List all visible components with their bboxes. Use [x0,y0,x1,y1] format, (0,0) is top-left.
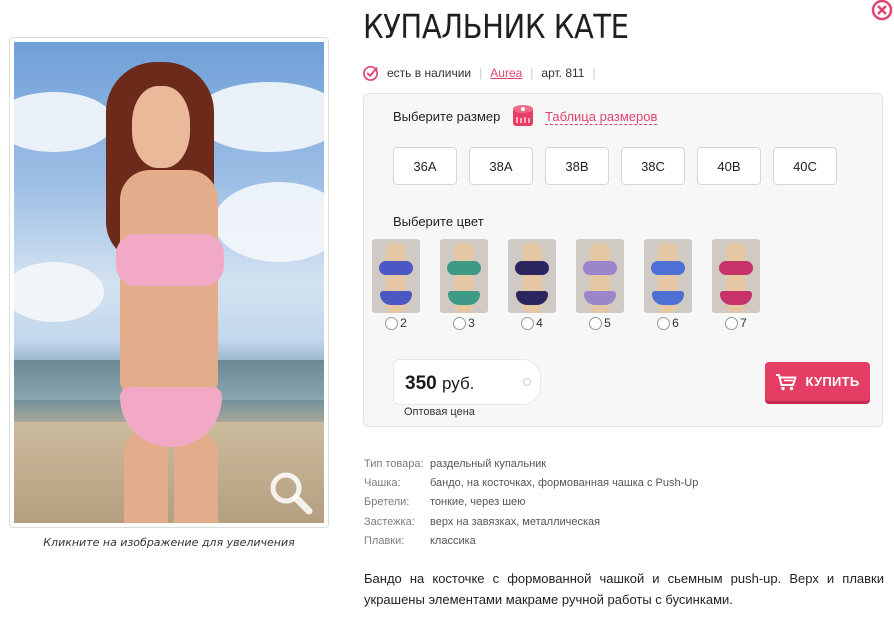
color-option[interactable]: 5 [576,239,624,330]
product-photo[interactable] [14,42,324,523]
spec-value: раздельный купальник [430,458,547,470]
size-label: Выберите размер [393,109,501,124]
spec-key: Тип товара: [364,458,424,470]
buy-button-label: КУПИТЬ [805,374,860,389]
page-title: КУПАЛЬНИК КАТЕ [363,7,629,46]
article-number: арт. 811 [541,65,585,80]
spec-value: классика [430,534,476,547]
spec-row: Бретели: тонкие, через шею [364,493,698,512]
color-number: 7 [740,316,747,330]
color-option[interactable]: 2 [372,239,420,330]
color-radio[interactable] [589,316,603,330]
price-note: Оптовая цена [404,406,475,418]
color-radio[interactable] [453,316,467,330]
product-image-card[interactable] [9,37,329,528]
color-number: 5 [604,316,611,330]
color-swatch-image[interactable] [372,239,420,313]
color-number: 2 [400,316,407,330]
size-chart-link[interactable]: Таблица размеров [545,109,658,125]
color-option[interactable]: 4 [508,239,556,330]
color-radio[interactable] [521,316,535,330]
price-tag-hole [523,378,531,386]
spec-value: бандо, на косточках, формованная чашка с… [430,477,699,490]
spec-value: верх на завязках, металлическая [430,515,601,528]
availability-status: есть в наличии [387,65,472,80]
spec-key: Застежка: [364,515,415,528]
price-amount: 350 [405,373,437,394]
color-swatch-image[interactable] [440,239,488,313]
product-meta: есть в наличии | Aurea | арт. 811 | [363,64,604,81]
color-swatch-image[interactable] [508,239,556,313]
meta-divider: | [479,65,483,80]
measuring-tape-icon[interactable] [511,103,537,129]
color-swatch-image[interactable] [576,239,624,313]
close-icon[interactable] [870,0,894,22]
size-selector: 36A 38A 38B 38C 40B 40C [393,147,837,185]
brand-link[interactable]: Aurea [490,66,522,80]
color-number: 6 [672,316,679,330]
spec-row: Застежка: верх на завязках, металлическая [364,513,698,532]
color-number: 4 [536,316,543,330]
buy-button[interactable]: КУПИТЬ [765,362,870,401]
spec-key: Бретели: [364,496,410,509]
color-selector: 2 3 4 5 6 7 [372,239,760,330]
meta-divider: | [592,65,596,80]
color-option[interactable]: 3 [440,239,488,330]
spec-value: тонкие, через шею [430,496,526,509]
size-option[interactable]: 40C [773,147,837,185]
model-figure [84,62,264,523]
size-option[interactable]: 38A [469,147,533,185]
spec-key: Плавки: [364,534,405,547]
color-radio[interactable] [657,316,671,330]
color-swatch-image[interactable] [712,239,760,313]
size-option[interactable]: 38B [545,147,609,185]
purchase-options-panel: Выберите размер Таблица размеров 36A 38A… [363,93,883,427]
spec-row: Плавки: классика [364,532,698,551]
spec-row: Тип товара: раздельный купальник [364,455,698,474]
product-specs: Тип товара: раздельный купальник Чашка: ба… [364,455,698,551]
cart-icon [776,373,797,390]
color-option[interactable]: 7 [712,239,760,330]
color-swatch-image[interactable] [644,239,692,313]
price-currency: руб. [441,374,475,393]
spec-key: Чашка: [364,477,401,490]
check-circle-icon [363,65,379,81]
size-option[interactable]: 40B [697,147,761,185]
zoom-icon[interactable] [268,470,314,516]
color-option[interactable]: 6 [644,239,692,330]
price-value: 350 руб. [405,373,474,395]
size-option[interactable]: 38C [621,147,685,185]
color-label: Выберите цвет [393,214,484,229]
spec-row: Чашка: бандо, на косточках, формованная ч… [364,474,698,493]
size-option[interactable]: 36A [393,147,457,185]
color-radio[interactable] [385,316,399,330]
color-number: 3 [468,316,475,330]
image-caption: Кликните на изображение для увеличения [43,536,295,549]
meta-divider: | [530,65,534,80]
color-radio[interactable] [725,316,739,330]
price-tag: 350 руб. [393,359,541,405]
product-description: Бандо на косточке с формованной чашкой и… [364,571,884,607]
